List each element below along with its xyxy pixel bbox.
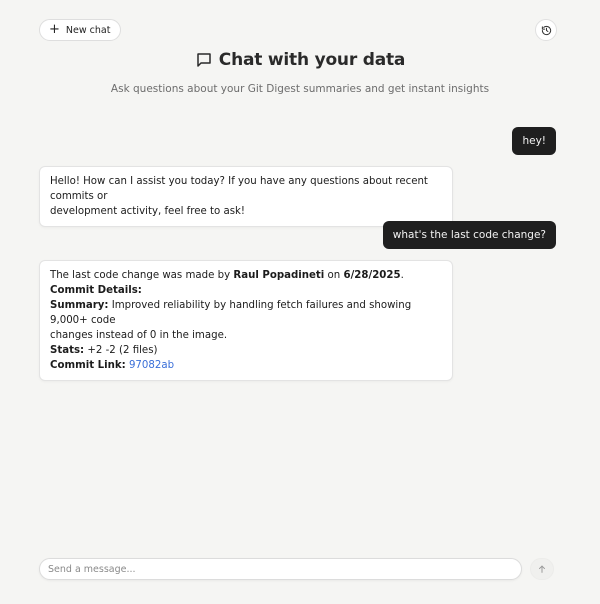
user-message-text: hey!: [522, 135, 546, 147]
page-subtitle: Ask questions about your Git Digest summ…: [110, 83, 490, 95]
history-icon: [541, 25, 551, 35]
new-chat-button[interactable]: + New chat: [39, 19, 122, 41]
commit-date: 6/28/2025: [343, 270, 401, 281]
commit-link[interactable]: 97082ab: [129, 360, 174, 371]
commit-details-heading: Commit Details:: [50, 285, 142, 296]
plus-icon: +: [49, 22, 60, 37]
page-title: Chat with your data: [218, 50, 406, 70]
assistant-message-text: Hello! How can I assist you today? If yo…: [50, 176, 428, 202]
assistant-message-text: development activity, feel free to ask!: [50, 206, 245, 217]
user-message-text: what's the last code change?: [392, 229, 546, 241]
send-button[interactable]: [530, 558, 554, 580]
message-composer: [39, 558, 522, 580]
new-chat-label: New chat: [65, 24, 111, 36]
assistant-message: The last code change was made by Raul Po…: [39, 260, 453, 381]
page-header: Chat with your data: [0, 50, 600, 70]
commit-author: Raul Popadineti: [233, 270, 325, 281]
commit-summary: Summary: Improved reliability by handlin…: [50, 300, 412, 326]
commit-stats: Stats: +2 -2 (2 files): [50, 345, 158, 356]
assistant-message: Hello! How can I assist you today? If yo…: [39, 166, 453, 227]
commit-summary-continued: changes instead of 0 in the image.: [50, 330, 228, 341]
chat-bubble-icon: [197, 53, 211, 67]
user-message: hey!: [512, 127, 556, 155]
message-input[interactable]: [40, 563, 521, 575]
arrow-up-icon: [539, 565, 545, 573]
commit-link-row: Commit Link: 97082ab: [50, 360, 175, 371]
user-message: what's the last code change?: [382, 221, 556, 249]
history-button[interactable]: [535, 19, 557, 41]
commit-intro: The last code change was made by Raul Po…: [50, 270, 404, 281]
